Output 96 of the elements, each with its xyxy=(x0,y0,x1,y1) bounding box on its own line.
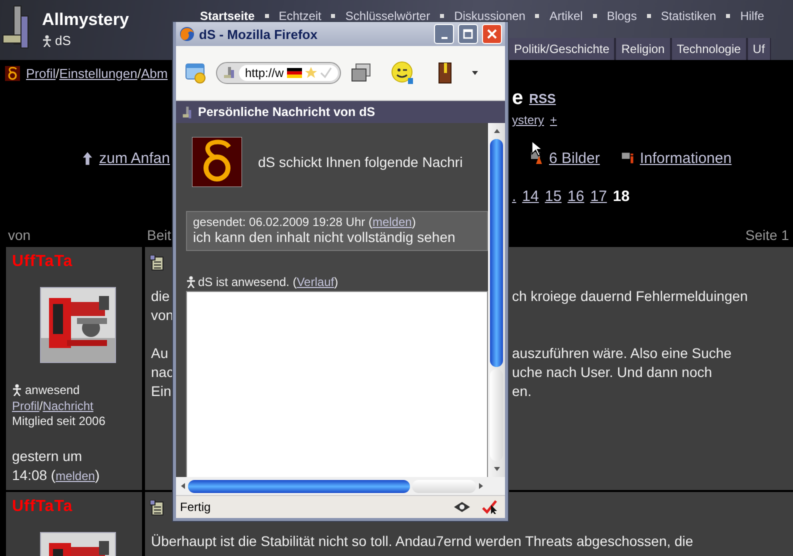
scroll-left-icon[interactable] xyxy=(180,482,186,490)
page-link[interactable]: 15 xyxy=(544,188,562,204)
check-icon[interactable] xyxy=(320,67,332,79)
page-link[interactable]: 16 xyxy=(568,188,584,204)
nav-link[interactable]: Schlüsselwörter xyxy=(345,9,430,23)
checkmark-icon[interactable] xyxy=(481,500,499,514)
page-link[interactable]: . xyxy=(512,188,516,204)
nav-link[interactable]: Blogs xyxy=(606,9,637,23)
nav-link[interactable]: Artikel xyxy=(549,9,583,23)
status-text: Fertig xyxy=(180,500,212,514)
category-tab[interactable]: Politik/Geschichte xyxy=(508,38,616,60)
flag-icon xyxy=(286,68,302,78)
nav-link[interactable]: Echtzeit xyxy=(278,9,322,23)
scroll-right-icon[interactable] xyxy=(478,482,484,490)
post-text: die xyxy=(151,288,170,304)
scroll-down-icon[interactable] xyxy=(492,466,500,472)
member-since: Mitglied seit 2006 xyxy=(12,414,106,428)
vertical-scrollbar[interactable] xyxy=(488,123,505,477)
page-link[interactable]: 14 xyxy=(522,188,539,204)
online-status: anwesend xyxy=(25,383,80,397)
person-icon xyxy=(186,276,196,288)
message-text: ich kann den inhalt nicht vollständig sehen xyxy=(193,229,456,245)
sent-date: gesendet: 06.02.2009 19:28 Uhr (melden) xyxy=(193,215,417,229)
close-button[interactable] xyxy=(482,24,502,44)
document-icon xyxy=(150,500,164,516)
presence-text: dS ist anwesend. (Verlauf) xyxy=(198,275,338,289)
nav-link[interactable]: Hilfe xyxy=(740,9,764,23)
globe-icon xyxy=(179,26,195,42)
page-indicator: Seite 1 xyxy=(745,227,790,243)
post-text: nac xyxy=(151,364,174,380)
delta-icon xyxy=(5,66,20,80)
document-icon xyxy=(150,255,164,271)
up-arrow-icon xyxy=(82,150,94,166)
person-icon xyxy=(12,384,22,396)
dropdown-icon[interactable] xyxy=(470,70,479,76)
scrollbar-track[interactable] xyxy=(412,480,476,492)
reply-field[interactable] xyxy=(186,291,488,477)
maximize-button[interactable] xyxy=(458,24,478,44)
rss-link[interactable]: RSS xyxy=(529,90,556,106)
horizontal-scrollbar[interactable] xyxy=(176,477,488,495)
current-page: 18 xyxy=(612,188,630,204)
column-header: Beit xyxy=(147,227,172,243)
window-gear-icon[interactable] xyxy=(184,61,208,85)
post-text: en. xyxy=(512,383,532,399)
profile-link[interactable]: Profil xyxy=(12,399,40,413)
breadcrumb-link[interactable]: Profil xyxy=(26,66,56,80)
close-icon xyxy=(486,28,498,40)
logo-icon xyxy=(182,104,192,120)
info-icon xyxy=(620,151,635,165)
category-tab[interactable]: Uf xyxy=(746,38,771,60)
delta-avatar-icon xyxy=(192,137,242,187)
post-text: ch kroiege dauernd Fehlermelduingen xyxy=(512,288,748,304)
eye-icon[interactable] xyxy=(453,500,471,514)
page-link[interactable]: 17 xyxy=(590,188,607,204)
history-link[interactable]: Verlauf xyxy=(296,275,334,289)
profile-link[interactable]: Nachricht xyxy=(42,399,94,413)
post-time: 14:08 (melden) xyxy=(12,467,101,483)
category-tab[interactable]: Technologie xyxy=(670,38,747,60)
post-text: uche nach User. Und dann noch xyxy=(512,364,712,380)
minimize-button[interactable] xyxy=(434,24,454,44)
user-name[interactable]: dS xyxy=(55,33,71,48)
images-link[interactable]: 6 Bilder xyxy=(549,150,600,166)
report-link[interactable]: melden xyxy=(56,469,95,483)
maximize-icon xyxy=(462,28,474,40)
star-icon[interactable] xyxy=(304,67,317,79)
forum-link[interactable]: ystery xyxy=(512,113,544,127)
page-title: e xyxy=(512,86,524,110)
message-title: Persönliche Nachricht von dS xyxy=(198,105,376,119)
person-icon xyxy=(42,34,52,46)
window-title: dS - Mozilla Firefox xyxy=(199,26,318,42)
post-text: Überhaupt ist die Stabilität nicht so toll. Andau7ernd werden Threats abgeschossen, die xyxy=(150,533,694,551)
post-text: auszuführen wäre. Also eine Suche xyxy=(512,345,732,361)
breadcrumb-link[interactable]: Einstellungen xyxy=(59,66,138,80)
category-tab[interactable]: Religion xyxy=(615,38,671,60)
scroll-up-icon[interactable] xyxy=(492,128,500,134)
nav-link[interactable]: Diskussionen xyxy=(454,9,526,23)
smiley-icon[interactable] xyxy=(390,61,415,85)
nav-link[interactable]: Startseite xyxy=(200,9,255,23)
intro-text: dS schickt Ihnen folgende Nachri xyxy=(258,154,463,170)
post-date: gestern um xyxy=(12,448,84,464)
minimize-icon xyxy=(440,37,448,39)
breadcrumb-link[interactable]: Abm xyxy=(140,66,168,80)
address-field[interactable]: http://w xyxy=(216,62,341,84)
nav-link[interactable]: Statistiken xyxy=(660,9,716,23)
top-link[interactable]: zum Anfan xyxy=(99,150,170,166)
cursor-icon xyxy=(531,140,542,157)
breadcrumb: Profil/Einstellungen/Abm xyxy=(26,66,168,80)
report-link[interactable]: melden xyxy=(372,215,412,229)
author-links: Profil/Nachricht xyxy=(12,399,94,413)
information-link[interactable]: Informationen xyxy=(640,150,732,166)
post-text: Ein xyxy=(151,383,172,399)
site-title[interactable]: Allmystery xyxy=(42,10,129,30)
site-icon xyxy=(223,66,235,80)
column-header: von xyxy=(8,227,32,243)
post-text: Au xyxy=(151,345,168,361)
add-link[interactable]: + xyxy=(550,113,558,127)
